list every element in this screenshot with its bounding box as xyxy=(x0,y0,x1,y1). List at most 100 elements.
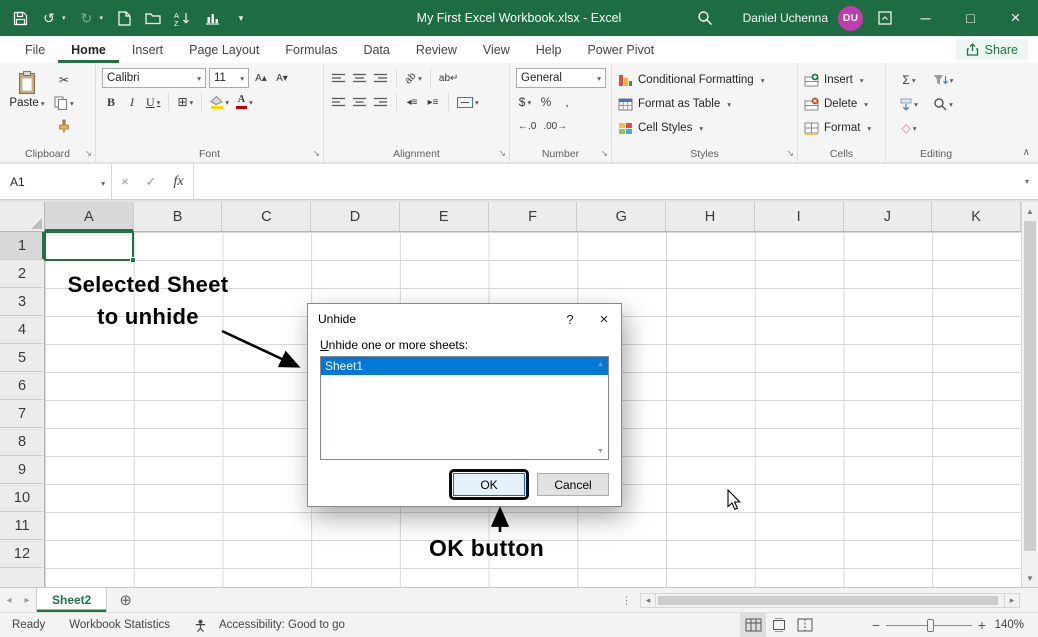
column-header[interactable]: D xyxy=(311,202,400,231)
increase-decimal-button[interactable]: ←.0 xyxy=(516,116,538,136)
decrease-decimal-button[interactable]: .00→ xyxy=(541,116,569,136)
format-painter-button[interactable] xyxy=(52,116,76,136)
align-bottom-button[interactable] xyxy=(372,68,390,88)
autosum-button[interactable]: Σ xyxy=(892,70,926,90)
column-header[interactable]: C xyxy=(222,202,311,231)
tab-data[interactable]: Data xyxy=(350,36,402,63)
sheet-nav-left-icon[interactable]: ◂ xyxy=(0,595,18,606)
fill-color-button[interactable] xyxy=(208,92,231,112)
new-file-icon[interactable] xyxy=(116,9,132,27)
align-right-button[interactable] xyxy=(372,92,390,112)
tab-review[interactable]: Review xyxy=(403,36,470,63)
quick-access-customize-icon[interactable]: ▾ xyxy=(233,9,249,27)
minimize-button[interactable]: ─ xyxy=(903,0,948,36)
tab-insert[interactable]: Insert xyxy=(119,36,176,63)
share-button[interactable]: Share xyxy=(956,39,1028,60)
sheet-tab-sheet2[interactable]: Sheet2 xyxy=(36,588,107,612)
accounting-format-button[interactable]: $ xyxy=(516,92,534,112)
fill-handle[interactable] xyxy=(130,257,136,263)
open-folder-icon[interactable] xyxy=(145,9,161,27)
undo-dropdown-icon[interactable]: ▾ xyxy=(62,14,66,22)
select-all-corner[interactable] xyxy=(0,202,45,232)
column-header[interactable]: J xyxy=(844,202,933,231)
zoom-out-button[interactable]: − xyxy=(866,617,886,633)
cancel-button[interactable]: Cancel xyxy=(537,473,609,496)
row-header[interactable]: 6 xyxy=(0,372,44,400)
sort-filter-button[interactable] xyxy=(926,70,960,90)
column-header[interactable]: H xyxy=(666,202,755,231)
search-icon[interactable] xyxy=(697,9,713,27)
cell-styles-button[interactable]: Cell Styles xyxy=(618,116,793,140)
row-header[interactable]: 5 xyxy=(0,344,44,372)
collapse-ribbon-icon[interactable]: ∧ xyxy=(1023,147,1030,158)
user-name[interactable]: Daniel Uchenna xyxy=(743,11,828,25)
alignment-dialog-launcher-icon[interactable]: ↘ xyxy=(498,148,506,159)
zoom-slider-thumb[interactable] xyxy=(927,619,934,632)
page-layout-view-button[interactable] xyxy=(766,613,792,637)
selected-cell-a1[interactable] xyxy=(44,231,134,261)
enter-formula-icon[interactable]: ✓ xyxy=(138,164,164,199)
column-header[interactable]: K xyxy=(932,202,1021,231)
formula-input[interactable] xyxy=(194,164,1016,199)
format-cells-button[interactable]: Format xyxy=(804,116,881,140)
underline-button[interactable]: U xyxy=(144,92,162,112)
workbook-statistics-button[interactable]: Workbook Statistics xyxy=(59,619,180,631)
insert-cells-button[interactable]: Insert xyxy=(804,68,881,92)
list-scroll-up-icon[interactable]: ▲ xyxy=(594,358,607,371)
tab-splitter-icon[interactable]: ⋮ xyxy=(621,594,632,607)
align-middle-button[interactable] xyxy=(351,68,369,88)
comma-style-button[interactable]: , xyxy=(558,92,576,112)
horizontal-scrollbar-thumb[interactable] xyxy=(658,596,998,605)
tab-formulas[interactable]: Formulas xyxy=(272,36,350,63)
tab-view[interactable]: View xyxy=(470,36,523,63)
chart-icon[interactable] xyxy=(204,9,220,27)
redo-dropdown-icon[interactable]: ▾ xyxy=(100,14,104,22)
dialog-help-icon[interactable]: ? xyxy=(553,304,587,334)
sort-az-icon[interactable]: AZ xyxy=(174,9,191,27)
delete-cells-button[interactable]: Delete xyxy=(804,92,881,116)
vertical-scrollbar[interactable]: ▲ ▼ xyxy=(1021,202,1038,587)
maximize-button[interactable]: □ xyxy=(948,0,993,36)
clear-button[interactable]: ◇ xyxy=(892,118,926,138)
name-box[interactable]: A1 xyxy=(0,164,112,199)
row-header[interactable] xyxy=(0,568,44,587)
increase-font-size-button[interactable]: A▴ xyxy=(252,68,270,88)
scroll-down-icon[interactable]: ▼ xyxy=(1022,570,1038,586)
zoom-in-button[interactable]: + xyxy=(972,617,992,633)
align-center-button[interactable] xyxy=(351,92,369,112)
avatar[interactable]: DU xyxy=(838,6,863,31)
row-header[interactable]: 10 xyxy=(0,484,44,512)
increase-indent-button[interactable]: ▸≡ xyxy=(424,92,442,112)
row-header[interactable]: 8 xyxy=(0,428,44,456)
zoom-slider[interactable] xyxy=(886,613,972,637)
styles-dialog-launcher-icon[interactable]: ↘ xyxy=(786,148,794,159)
row-header[interactable]: 12 xyxy=(0,540,44,568)
tab-file[interactable]: File xyxy=(12,36,58,63)
vertical-scrollbar-thumb[interactable] xyxy=(1024,221,1036,551)
cancel-formula-icon[interactable]: × xyxy=(112,164,138,199)
column-header[interactable]: B xyxy=(134,202,223,231)
tab-page-layout[interactable]: Page Layout xyxy=(176,36,272,63)
column-header[interactable]: F xyxy=(489,202,578,231)
accessibility-status[interactable]: Accessibility: Good to go xyxy=(209,619,355,631)
normal-view-button[interactable] xyxy=(740,613,766,637)
conditional-formatting-button[interactable]: Conditional Formatting xyxy=(618,68,793,92)
list-scroll-down-icon[interactable]: ▼ xyxy=(594,445,607,458)
font-dialog-launcher-icon[interactable]: ↘ xyxy=(312,148,320,159)
merge-center-button[interactable] xyxy=(455,92,481,112)
cut-button[interactable]: ✂ xyxy=(52,70,76,90)
formula-bar-expand-icon[interactable]: ▾ xyxy=(1016,164,1038,199)
row-header-1[interactable]: 1 xyxy=(0,232,44,260)
align-top-button[interactable] xyxy=(330,68,348,88)
row-header[interactable]: 4 xyxy=(0,316,44,344)
number-format-select[interactable]: General xyxy=(516,68,606,88)
find-select-button[interactable] xyxy=(926,94,960,114)
tab-home[interactable]: Home xyxy=(58,36,119,63)
column-header[interactable]: G xyxy=(577,202,666,231)
row-header[interactable]: 11 xyxy=(0,512,44,540)
ribbon-display-options-icon[interactable] xyxy=(877,9,893,27)
borders-button[interactable]: ⊞ xyxy=(175,92,195,112)
format-as-table-button[interactable]: Format as Table xyxy=(618,92,793,116)
sheet-listbox[interactable]: Sheet1 ▲ ▼ xyxy=(320,356,609,460)
orientation-button[interactable]: ab xyxy=(403,68,424,88)
